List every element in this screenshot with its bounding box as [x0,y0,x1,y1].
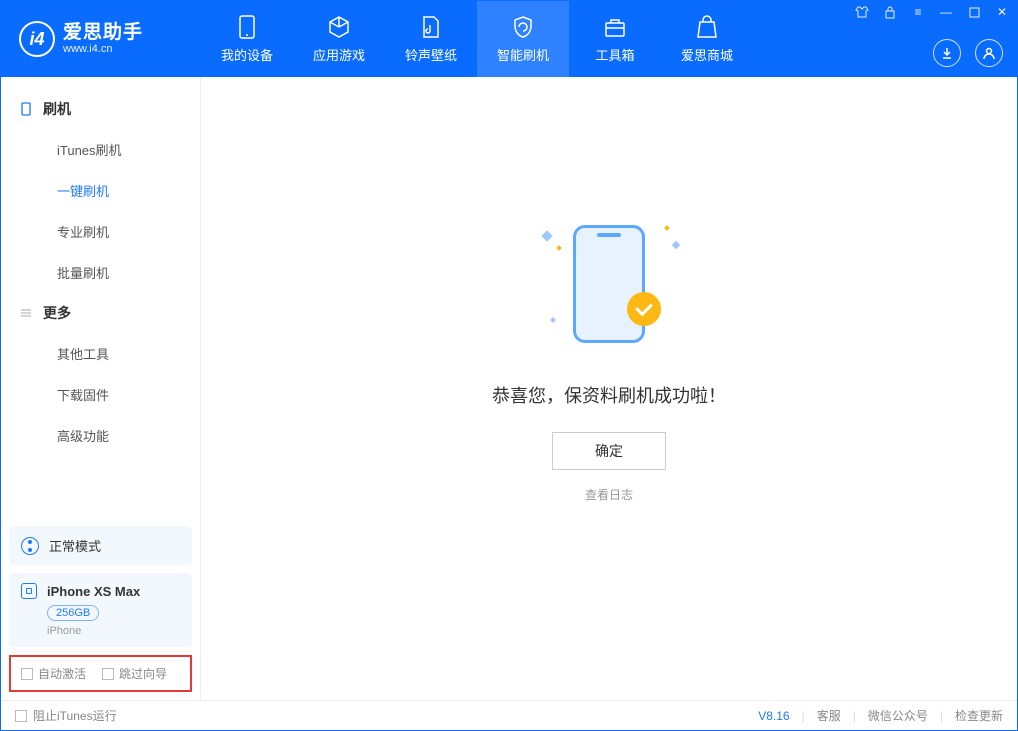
checkbox-label: 跳过向导 [119,665,167,682]
link-support[interactable]: 客服 [817,707,841,724]
user-icon[interactable] [975,39,1003,67]
sidebar-item-itunes-flash[interactable]: iTunes刷机 [1,129,200,170]
sidebar: 刷机 iTunes刷机 一键刷机 专业刷机 批量刷机 更多 其他工具 下载固件 … [1,77,201,700]
logo-area: i4 爱思助手 www.i4.cn [1,21,201,57]
music-file-icon [419,15,443,39]
ok-button[interactable]: 确定 [552,432,666,470]
success-message: 恭喜您，保资料刷机成功啦！ [492,382,726,408]
main-content: 恭喜您，保资料刷机成功啦！ 确定 查看日志 [201,77,1017,700]
storage-badge: 256GB [47,605,99,621]
shield-refresh-icon [511,15,535,39]
device-header: iPhone XS Max [21,583,180,599]
checkbox-row: 自动激活 跳过向导 [9,655,192,692]
nav-label: 爱思商城 [681,45,733,64]
phone-illustration-icon [573,225,645,343]
nav-my-device[interactable]: 我的设备 [201,1,293,77]
sidebar-item-download-firmware[interactable]: 下载固件 [1,374,200,415]
link-wechat[interactable]: 微信公众号 [868,707,928,724]
separator: | [853,709,856,723]
statusbar-right: V8.16 | 客服 | 微信公众号 | 检查更新 [758,707,1003,724]
checkbox-skip-guide[interactable]: 跳过向导 [102,665,167,682]
mode-icon [21,537,39,555]
toolbox-icon [603,15,627,39]
checkbox-block-itunes[interactable]: 阻止iTunes运行 [15,707,117,724]
view-log-link[interactable]: 查看日志 [585,486,633,503]
sidebar-section-flash: 刷机 [1,89,200,129]
sparkle-icon [664,225,670,231]
app-name-en: www.i4.cn [63,43,143,55]
window-controls: ≡ — ✕ [855,5,1009,19]
nav-toolbox[interactable]: 工具箱 [569,1,661,77]
checkbox-box [21,668,33,680]
device-name: iPhone XS Max [47,584,140,599]
checkbox-auto-activate[interactable]: 自动激活 [21,665,86,682]
maximize-icon[interactable] [967,5,981,19]
sparkle-icon [672,241,680,249]
sidebar-item-oneclick-flash[interactable]: 一键刷机 [1,170,200,211]
nav-smart-flash[interactable]: 智能刷机 [477,1,569,77]
statusbar: 阻止iTunes运行 V8.16 | 客服 | 微信公众号 | 检查更新 [1,700,1017,730]
menu-icon[interactable]: ≡ [911,5,925,19]
success-check-icon [627,292,661,326]
list-icon [19,306,33,320]
phone-icon [19,102,33,116]
close-icon[interactable]: ✕ [995,5,1009,19]
sparkle-icon [550,317,556,323]
checkbox-label: 阻止iTunes运行 [33,707,117,724]
top-nav: 我的设备 应用游戏 铃声壁纸 智能刷机 工具箱 爱思商城 [201,1,753,77]
section-title-text: 更多 [43,303,71,323]
device-icon [235,15,259,39]
sidebar-bottom: 正常模式 iPhone XS Max 256GB iPhone 自动激活 跳过向… [1,518,200,700]
nav-label: 工具箱 [595,45,634,64]
download-icon[interactable] [933,39,961,67]
checkbox-box [102,668,114,680]
mode-label: 正常模式 [49,536,101,555]
nav-store[interactable]: 爱思商城 [661,1,753,77]
device-type: iPhone [47,625,180,637]
logo-text: 爱思助手 www.i4.cn [63,23,143,56]
nav-label: 智能刷机 [497,45,549,64]
checkbox-label: 自动激活 [38,665,86,682]
sidebar-section-more: 更多 [1,293,200,333]
sidebar-item-other-tools[interactable]: 其他工具 [1,333,200,374]
version-label: V8.16 [758,709,789,723]
nav-label: 铃声壁纸 [405,45,457,64]
cube-icon [327,15,351,39]
nav-label: 应用游戏 [313,45,365,64]
sparkle-icon [541,230,552,241]
section-title-text: 刷机 [43,99,71,119]
skin-icon[interactable] [855,5,869,19]
device-phone-icon [21,583,37,599]
separator: | [802,709,805,723]
sidebar-item-pro-flash[interactable]: 专业刷机 [1,211,200,252]
minimize-icon[interactable]: — [939,5,953,19]
app-name-cn: 爱思助手 [63,23,143,44]
nav-label: 我的设备 [221,45,273,64]
body: 刷机 iTunes刷机 一键刷机 专业刷机 批量刷机 更多 其他工具 下载固件 … [1,77,1017,700]
checkbox-box [15,710,27,722]
logo-icon: i4 [19,21,55,57]
mode-card[interactable]: 正常模式 [9,526,192,565]
sparkle-icon [556,245,562,251]
sidebar-item-advanced[interactable]: 高级功能 [1,415,200,456]
nav-apps-games[interactable]: 应用游戏 [293,1,385,77]
success-illustration [539,214,679,354]
separator: | [940,709,943,723]
link-check-update[interactable]: 检查更新 [955,707,1003,724]
titlebar: i4 爱思助手 www.i4.cn 我的设备 应用游戏 铃声壁纸 智能刷机 工具… [1,1,1017,77]
nav-ringtone-wallpaper[interactable]: 铃声壁纸 [385,1,477,77]
lock-icon[interactable] [883,5,897,19]
shopping-bag-icon [695,15,719,39]
sidebar-item-batch-flash[interactable]: 批量刷机 [1,252,200,293]
header-right-icons [933,39,1003,67]
device-card[interactable]: iPhone XS Max 256GB iPhone [9,573,192,647]
